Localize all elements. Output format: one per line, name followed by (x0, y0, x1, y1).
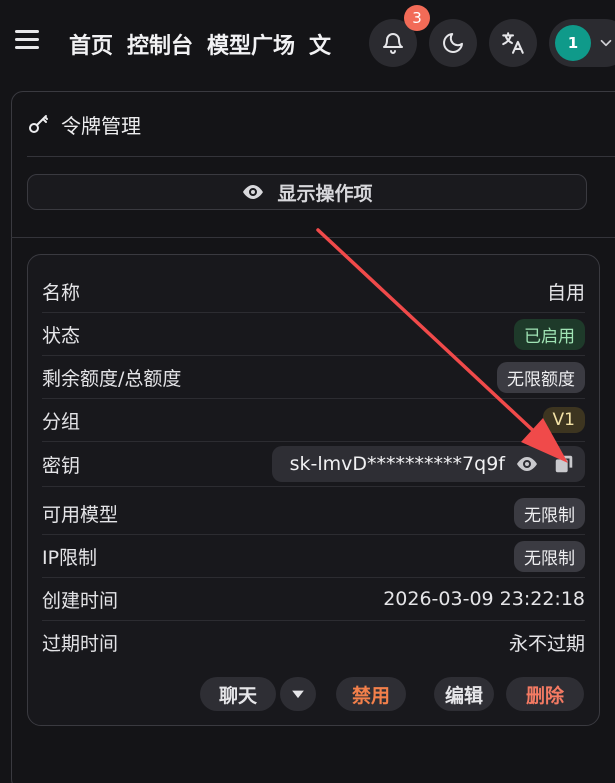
moon-icon (443, 33, 463, 53)
top-header: 首页 控制台 模型广场文 3 1 (0, 0, 615, 86)
user-menu[interactable]: 1 (549, 19, 615, 67)
notification-badge: 3 (404, 5, 430, 31)
row-label: 剩余额度/总额度 (42, 367, 182, 390)
theme-toggle-button[interactable] (429, 19, 477, 67)
delete-button[interactable]: 删除 (506, 677, 584, 711)
row-group: 分组 V1 (42, 399, 585, 442)
menu-icon[interactable] (15, 30, 39, 52)
nav-console[interactable]: 控制台 (127, 34, 193, 59)
created-time-value: 2026-03-09 23:22:18 (383, 588, 585, 610)
row-label: 密钥 (42, 454, 81, 477)
models-badge: 无限制 (514, 497, 585, 529)
card-title-text: 令牌管理 (61, 113, 141, 138)
ip-badge: 无限制 (514, 540, 585, 572)
show-operations-label: 显示操作项 (277, 182, 373, 205)
key-field: sk-lmvD**********7q9f (271, 446, 585, 482)
expire-time-value: 永不过期 (508, 633, 585, 655)
caret-down-icon (292, 690, 304, 699)
chevron-down-icon (600, 39, 612, 47)
translate-icon (502, 32, 524, 54)
avatar: 1 (555, 25, 591, 61)
disable-button[interactable]: 禁用 (336, 677, 406, 711)
row-quota: 剩余额度/总额度 无限额度 (42, 356, 585, 399)
title-divider (27, 156, 615, 157)
nav-model-square[interactable]: 模型广场 (207, 34, 295, 59)
chat-dropdown-button[interactable] (280, 677, 316, 711)
key-icon (29, 115, 48, 133)
row-key: 密钥 sk-lmvD**********7q9f (42, 442, 585, 487)
row-label: 过期时间 (42, 633, 119, 655)
group-badge: V1 (542, 407, 585, 433)
row-label: 可用模型 (42, 503, 119, 526)
row-ip: IP限制 无限制 (42, 535, 585, 578)
key-value: sk-lmvD**********7q9f (289, 453, 505, 475)
row-label: 状态 (42, 324, 81, 347)
row-label: 分组 (42, 410, 81, 433)
language-button[interactable] (489, 19, 537, 67)
bell-icon (383, 33, 403, 54)
show-operations-button[interactable]: 显示操作项 (27, 174, 587, 210)
row-name: 名称 自用 (42, 270, 585, 313)
row-label: 创建时间 (42, 589, 119, 612)
copy-icon[interactable] (553, 453, 575, 475)
status-badge: 已启用 (514, 318, 585, 350)
card-title: 令牌管理 (27, 110, 141, 138)
chat-button[interactable]: 聊天 (200, 677, 276, 711)
row-expire: 过期时间 永不过期 (42, 621, 585, 664)
edit-button[interactable]: 编辑 (434, 677, 494, 711)
action-bar: 聊天 禁用 编辑 删除 (200, 676, 584, 712)
row-models: 可用模型 无限制 (42, 492, 585, 535)
token-name-value: 自用 (546, 281, 585, 304)
top-nav: 首页 控制台 模型广场文 (69, 28, 345, 60)
eye-icon (243, 185, 264, 199)
section-divider (11, 237, 615, 238)
nav-home[interactable]: 首页 (69, 34, 113, 59)
row-created: 创建时间 2026-03-09 23:22:18 (42, 578, 585, 621)
row-label: 名称 (42, 281, 81, 304)
eye-icon[interactable] (515, 452, 539, 476)
row-status: 状态 已启用 (42, 313, 585, 356)
row-label: IP限制 (42, 546, 98, 569)
nav-fade (356, 14, 370, 70)
quota-badge: 无限额度 (497, 361, 585, 393)
nav-docs[interactable]: 文 (309, 34, 331, 59)
